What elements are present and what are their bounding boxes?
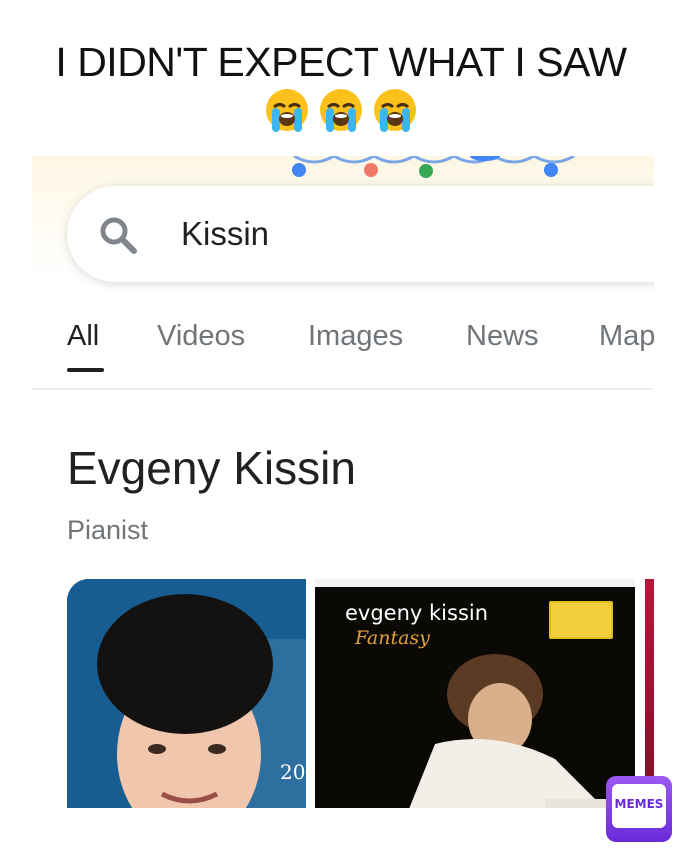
tab-images[interactable]: Images (308, 316, 403, 356)
loudly-crying-face-icon (263, 86, 311, 134)
tab-news[interactable]: News (466, 316, 539, 356)
caption-text: I DIDN'T EXPECT WHAT I SAW (55, 39, 627, 85)
loudly-crying-face-icon (371, 86, 419, 134)
tab-maps[interactable]: Map (599, 316, 654, 356)
knowledge-panel-title: Evgeny Kissin (67, 442, 356, 494)
search-results-screenshot: Kissin All Videos Images News Map Evgeny… (32, 156, 654, 808)
meme-caption: I DIDN'T EXPECT WHAT I SAW (0, 38, 682, 134)
string-lights-decoration (292, 156, 575, 178)
search-icon[interactable] (97, 214, 139, 256)
portrait-photo[interactable]: 20 (67, 579, 306, 808)
active-tab-indicator (67, 368, 104, 372)
pianist-illustration (409, 654, 635, 808)
album-cover[interactable]: evgeny kissin Fantasy (315, 579, 635, 808)
portrait-illustration: 20 (67, 579, 306, 808)
memes-logo-icon: MEMES (606, 776, 672, 842)
tab-all[interactable]: All (67, 316, 99, 356)
loudly-crying-face-icon (317, 86, 365, 134)
emoji-row (0, 86, 682, 134)
album-cover-border (315, 579, 635, 587)
knowledge-panel-subtitle: Pianist (67, 515, 149, 545)
search-tabs: All Videos Images News Map (32, 306, 654, 390)
background-sign-text: 20 (280, 760, 305, 784)
album-title-text: Fantasy (355, 627, 430, 649)
memes-watermark-text: MEMES (614, 797, 664, 811)
search-box[interactable]: Kissin (67, 186, 654, 282)
record-label-logo (549, 601, 613, 639)
tab-videos[interactable]: Videos (157, 316, 245, 356)
album-artist-text: evgeny kissin (345, 601, 489, 625)
search-query-text[interactable]: Kissin (181, 213, 269, 255)
third-image[interactable] (645, 579, 654, 808)
